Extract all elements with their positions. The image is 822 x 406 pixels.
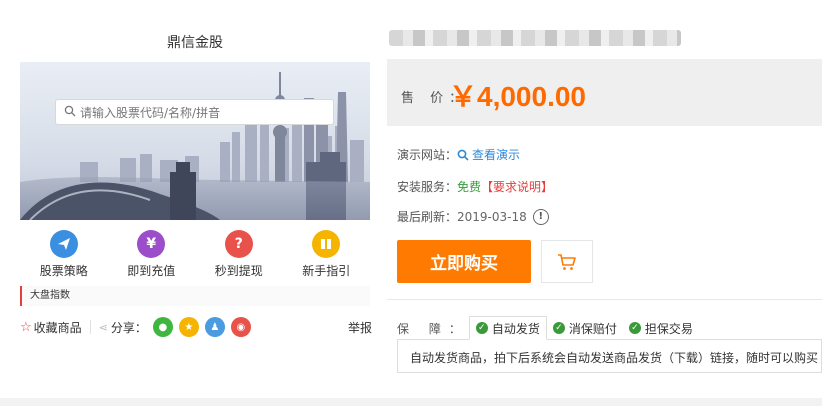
- search-icon: [457, 149, 469, 161]
- info-icon[interactable]: !: [532, 208, 549, 225]
- book-icon: [312, 230, 341, 258]
- question-icon: ?: [224, 230, 253, 258]
- nav-label: 即到充值: [127, 264, 176, 278]
- paper-plane-icon: [49, 230, 78, 258]
- demo-row: 演示网站： 查看演示: [397, 146, 520, 163]
- refresh-label: 最后刷新：: [397, 210, 458, 224]
- share-bar: ☆ 收藏商品 ⋖ 分享： ● ★ ♟ ◉ 举报: [20, 316, 372, 338]
- report-link[interactable]: 举报: [348, 319, 372, 336]
- add-to-cart-button[interactable]: [541, 240, 593, 283]
- tab-escrow[interactable]: ✓ 担保交易: [623, 316, 699, 340]
- app-nav: 股票策略 ¥ 即到充值 ? 秒到提现 新手指引: [20, 226, 370, 282]
- check-icon: ✓: [475, 322, 488, 334]
- skyline-illustration: [20, 62, 370, 220]
- nav-item-guide[interactable]: 新手指引: [283, 226, 371, 282]
- nav-label: 新手指引: [302, 264, 351, 278]
- cart-icon: [558, 253, 576, 270]
- buy-now-button[interactable]: 立即购买: [397, 240, 531, 283]
- divider: [387, 299, 822, 300]
- market-index-header: 大盘指数: [20, 286, 370, 306]
- check-icon: ✓: [552, 322, 565, 334]
- nav-item-withdraw[interactable]: ? 秒到提现: [195, 226, 283, 282]
- share-label: 分享：: [110, 320, 147, 335]
- star-icon: ☆: [20, 319, 32, 335]
- city-banner-image: 请输入股票代码/名称/拼音: [20, 62, 370, 220]
- nav-item-recharge[interactable]: ¥ 即到充值: [108, 226, 196, 282]
- install-label: 安装服务：: [397, 180, 458, 194]
- requirements-link[interactable]: 【要求说明】: [481, 178, 553, 195]
- product-page: 鼎信金股 请输入股票代码/名称/拼音 股票策略 ¥ 即到充值 ? 秒到提现 新手…: [0, 0, 822, 406]
- search-placeholder: 请输入股票代码/名称/拼音: [80, 105, 221, 120]
- tab-label: 自动发货: [491, 321, 540, 336]
- view-demo-link[interactable]: 查看演示: [457, 146, 520, 163]
- app-preview: 鼎信金股 请输入股票代码/名称/拼音 股票策略 ¥ 即到充值 ? 秒到提现 新手…: [20, 26, 370, 306]
- share-icon: ⋖: [98, 320, 108, 334]
- nav-item-strategy[interactable]: 股票策略: [20, 226, 108, 282]
- refresh-row: 最后刷新： 2019-03-18 !: [397, 208, 549, 225]
- install-row: 安装服务： 免费 【要求说明】: [397, 178, 553, 195]
- product-title-blurred: [389, 30, 681, 46]
- view-demo-label: 查看演示: [472, 148, 521, 162]
- divider: [89, 320, 91, 334]
- check-icon: ✓: [628, 322, 641, 334]
- demo-label: 演示网站：: [397, 148, 458, 162]
- tab-label: 担保交易: [644, 321, 693, 336]
- install-free: 免费: [457, 180, 482, 194]
- tab-auto-delivery[interactable]: ✓ 自动发货: [468, 316, 547, 340]
- app-title: 鼎信金股: [167, 35, 223, 51]
- favorite-label: 收藏商品: [33, 320, 82, 335]
- weibo-icon[interactable]: ◉: [230, 317, 251, 337]
- nav-label: 股票策略: [39, 264, 88, 278]
- share-group: ⋖ 分享： ● ★ ♟ ◉: [99, 317, 251, 337]
- tab-label: 消保赔付: [568, 321, 617, 336]
- wechat-icon[interactable]: ●: [152, 317, 173, 337]
- guarantee-tabs: 保 障： ✓ 自动发货 ✓ 消保赔付 ✓ 担保交易: [397, 316, 699, 340]
- guarantee-label: 保 障：: [397, 321, 469, 336]
- tab-consumer-protection[interactable]: ✓ 消保赔付: [547, 316, 623, 340]
- search-icon: [64, 105, 76, 117]
- qq-icon[interactable]: ♟: [204, 317, 225, 337]
- yen-icon: ¥: [137, 230, 166, 258]
- refresh-date: 2019-03-18: [457, 209, 527, 224]
- price-box: 售 价： ￥4,000.00: [387, 59, 822, 126]
- page-footer-strip: [0, 398, 822, 406]
- favorite-button[interactable]: ☆ 收藏商品: [20, 319, 82, 336]
- qzone-icon[interactable]: ★: [178, 317, 199, 337]
- search-input[interactable]: 请输入股票代码/名称/拼音: [55, 99, 334, 125]
- price-value: ￥4,000.00: [449, 81, 586, 112]
- nav-label: 秒到提现: [214, 264, 263, 278]
- guarantee-description: 自动发货商品，拍下后系统会自动发送商品发货（下载）链接，随时可以购买: [397, 339, 822, 373]
